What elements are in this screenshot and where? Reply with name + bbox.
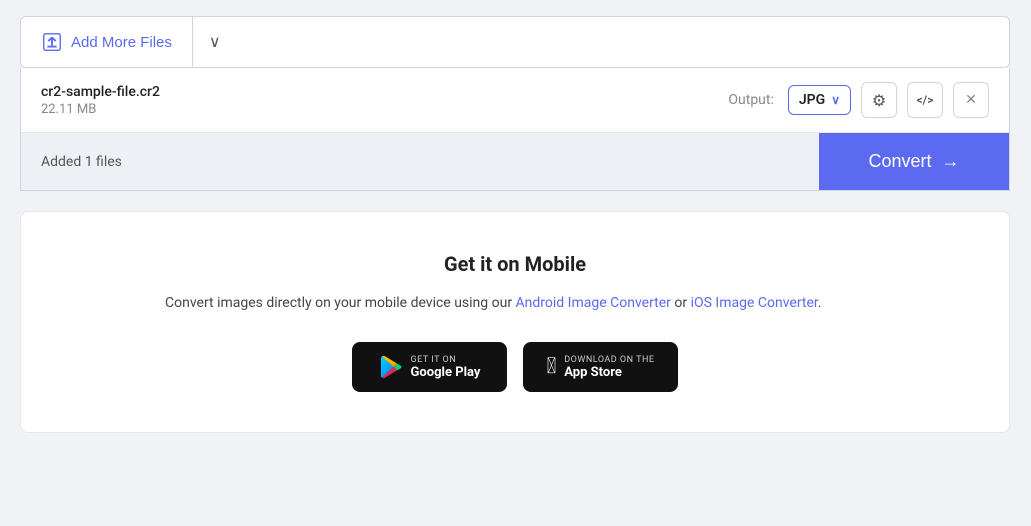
google-play-icon: [379, 355, 403, 379]
code-icon: </>: [917, 93, 934, 107]
apple-icon: : [546, 356, 556, 378]
file-name: cr2-sample-file.cr2: [41, 84, 160, 100]
bottom-bar: Added 1 files Convert →: [21, 133, 1009, 190]
mobile-desc-or: or: [671, 295, 691, 311]
output-label: Output:: [728, 92, 773, 108]
file-size: 22.11 MB: [41, 102, 160, 117]
app-store-text: Download on the App Store: [564, 355, 654, 380]
select-chevron-icon: ∨: [831, 93, 840, 107]
store-buttons: GET IT ON Google Play  Download on the …: [51, 342, 979, 392]
mobile-title: Get it on Mobile: [51, 252, 979, 276]
mobile-description: Convert images directly on your mobile d…: [165, 292, 865, 314]
add-files-label: Add More Files: [71, 34, 172, 51]
remove-file-button[interactable]: ✕: [953, 82, 989, 118]
settings-button[interactable]: ⚙: [861, 82, 897, 118]
android-link[interactable]: Android Image Converter: [516, 295, 671, 311]
app-store-name: App Store: [564, 365, 622, 380]
chevron-down-icon: ∨: [209, 32, 221, 52]
arrow-right-icon: →: [942, 151, 960, 172]
file-list-area: cr2-sample-file.cr2 22.11 MB Output: JPG…: [20, 68, 1010, 191]
file-info: cr2-sample-file.cr2 22.11 MB: [41, 84, 160, 117]
code-button[interactable]: </>: [907, 82, 943, 118]
convert-button[interactable]: Convert →: [819, 133, 1009, 190]
google-play-button[interactable]: GET IT ON Google Play: [352, 342, 507, 392]
settings-icon: ⚙: [872, 91, 886, 110]
add-files-button[interactable]: Add More Files: [21, 17, 193, 67]
add-files-dropdown-button[interactable]: ∨: [193, 17, 237, 67]
file-row: cr2-sample-file.cr2 22.11 MB Output: JPG…: [21, 68, 1009, 133]
app-store-download-on: Download on the: [564, 355, 654, 365]
output-format-select[interactable]: JPG ∨: [788, 85, 851, 115]
convert-label: Convert: [868, 151, 931, 172]
app-store-button[interactable]:  Download on the App Store: [523, 342, 678, 392]
google-play-get-it: GET IT ON: [411, 355, 457, 365]
mobile-desc-prefix: Convert images directly on your mobile d…: [165, 295, 516, 311]
output-format-value: JPG: [799, 92, 825, 108]
upload-icon: [41, 31, 63, 53]
file-controls: Output: JPG ∨ ⚙ </> ✕: [728, 82, 989, 118]
files-count: Added 1 files: [21, 154, 819, 170]
mobile-section: Get it on Mobile Convert images directly…: [20, 211, 1010, 433]
google-play-name: Google Play: [411, 365, 481, 380]
close-icon: ✕: [965, 92, 977, 108]
mobile-desc-suffix: .: [818, 295, 822, 311]
google-play-text: GET IT ON Google Play: [411, 355, 481, 380]
ios-link[interactable]: iOS Image Converter: [691, 295, 818, 311]
